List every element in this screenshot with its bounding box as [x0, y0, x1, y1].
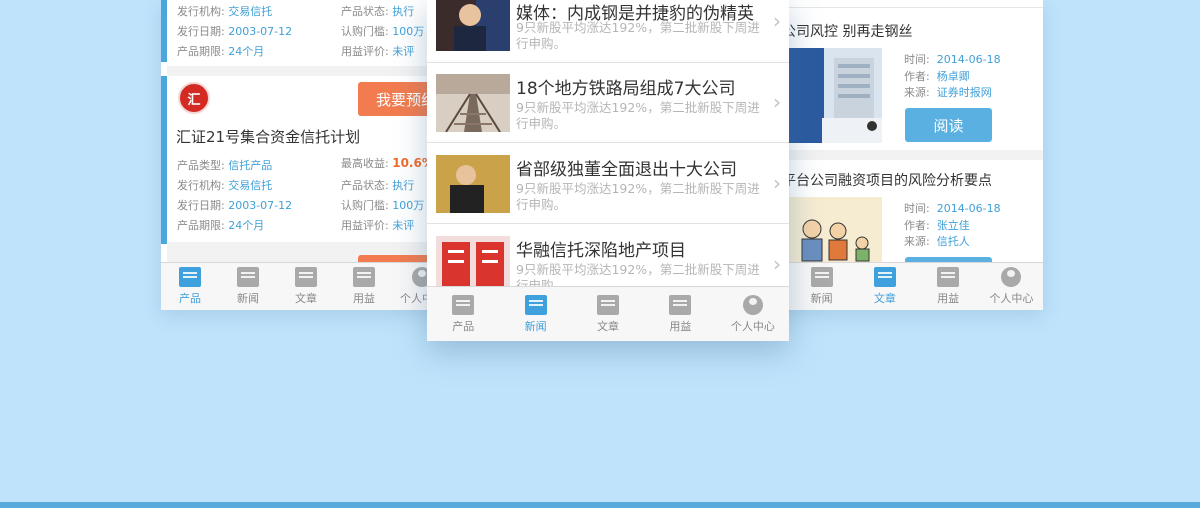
tab-bar: 新闻 文章 用益 个人中心 — [760, 262, 1043, 310]
chevron-right-icon: › — [773, 252, 781, 276]
tab-article[interactable]: 文章 — [277, 263, 335, 310]
news-title: 华融信托深陷地产项目 — [516, 241, 686, 261]
tab-label: 文章 — [873, 292, 896, 305]
card-accent-bar — [161, 76, 167, 244]
source-field: 来源: 证券时报网 — [904, 86, 992, 99]
yongyi-icon — [353, 267, 375, 287]
chevron-right-icon: › — [773, 90, 781, 114]
yongyi-icon — [669, 294, 692, 315]
trust-company-logo: 汇 — [178, 82, 210, 114]
tab-product[interactable]: 产品 — [161, 263, 219, 310]
status-field: 产品状态: 执行 — [341, 179, 415, 192]
tab-label: 新闻 — [237, 292, 259, 305]
news-icon — [810, 267, 833, 287]
article-icon — [597, 294, 620, 315]
tab-bar: 产品 新闻 文章 用益 个人中心 — [427, 286, 789, 341]
chevron-right-icon: › — [773, 9, 781, 33]
news-screen: 媒体：内成钢是并捷豹的伪精英 9只新股平均涨达192%，第二批新股下周进行申购。… — [427, 0, 789, 341]
date-field: 发行日期: 2003-07-12 — [177, 199, 293, 212]
threshold-field: 认购门槛: 100万 — [341, 199, 425, 212]
date-field: 发行日期: 2003-07-12 — [177, 25, 293, 38]
tab-label: 新闻 — [524, 319, 547, 333]
term-field: 产品期限: 24个月 — [177, 219, 265, 232]
tab-news[interactable]: 新闻 — [499, 287, 571, 341]
time-field: 时间: 2014-06-18 — [904, 202, 1001, 215]
tab-yongyi[interactable]: 用益 — [644, 287, 716, 341]
news-summary: 9只新股平均涨达192%，第二批新股下周进行申购。 — [516, 181, 760, 212]
tab-product[interactable]: 产品 — [427, 287, 499, 341]
tab-label: 用益 — [669, 319, 692, 333]
issuer-field: 发行机构: 交易信托 — [177, 179, 273, 192]
tab-article[interactable]: 文章 — [572, 287, 644, 341]
read-button[interactable]: 阅读 — [905, 108, 992, 142]
type-field: 产品类型: 信托产品 — [177, 159, 273, 172]
news-item[interactable]: 18个地方铁路局组成7大公司 9只新股平均涨达192%，第二批新股下周进行申购。… — [427, 63, 789, 143]
user-icon — [742, 294, 763, 315]
threshold-field: 认购门槛: 100万 — [341, 25, 425, 38]
tab-profile[interactable]: 个人中心 — [980, 263, 1043, 310]
tab-bar: 产品 新闻 文章 用益 个人中心 — [161, 262, 451, 310]
tab-profile[interactable]: 个人中心 — [717, 287, 789, 341]
article-title[interactable]: 公司风控 别再走钢丝 — [782, 21, 912, 41]
card-divider — [760, 150, 1043, 160]
rating-field: 用益评价: 未评 — [341, 219, 415, 232]
tab-news[interactable]: 新闻 — [219, 263, 277, 310]
bottom-strip — [0, 502, 1200, 508]
time-field: 时间: 2014-06-18 — [904, 53, 1001, 66]
tab-label: 个人中心 — [730, 319, 775, 333]
tab-label: 个人中心 — [989, 292, 1034, 305]
term-field: 产品期限: 24个月 — [177, 45, 265, 58]
news-title: 18个地方铁路局组成7大公司 — [516, 79, 736, 99]
product-screen: 发行机构: 交易信托 产品状态: 执行 发行日期: 2003-07-12 认购门… — [161, 0, 451, 310]
news-summary: 9只新股平均涨达192%，第二批新股下周进行申购。 — [516, 20, 760, 51]
news-item[interactable]: 媒体：内成钢是并捷豹的伪精英 9只新股平均涨达192%，第二批新股下周进行申购。… — [427, 0, 789, 63]
tab-label: 产品 — [179, 292, 201, 305]
tab-label: 新闻 — [810, 292, 833, 305]
news-thumbnail — [436, 155, 510, 213]
news-thumbnail — [436, 74, 510, 132]
tab-article[interactable]: 文章 — [853, 263, 916, 310]
product-title[interactable]: 汇证21号集合资金信托计划 — [176, 126, 360, 147]
status-field: 产品状态: 执行 — [341, 5, 415, 18]
article-icon — [295, 267, 317, 287]
news-thumbnail — [436, 0, 510, 51]
rating-field: 用益评价: 未评 — [341, 45, 415, 58]
article-thumbnail — [782, 48, 882, 143]
article-screen: 公司风控 别再走钢丝 时间: 2014-06-18 作者: 杨卓卿 来源: 证券… — [760, 0, 1043, 310]
user-icon — [1001, 267, 1022, 287]
header-edge — [760, 0, 1043, 8]
tab-news[interactable]: 新闻 — [790, 263, 853, 310]
news-icon — [237, 267, 259, 287]
issuer-field: 发行机构: 交易信托 — [177, 5, 273, 18]
tab-label: 用益 — [937, 292, 960, 305]
news-item[interactable]: 省部级独董全面退出十大公司 9只新股平均涨达192%，第二批新股下周进行申购。 … — [427, 144, 789, 224]
article-title[interactable]: 平台公司融资项目的风险分析要点 — [782, 170, 992, 190]
yield-field: 最高收益: 10.6% — [341, 156, 434, 170]
chevron-right-icon: › — [773, 171, 781, 195]
news-title: 省部级独董全面退出十大公司 — [516, 160, 737, 180]
tab-label: 产品 — [452, 319, 475, 333]
news-summary: 9只新股平均涨达192%，第二批新股下周进行申购。 — [516, 262, 760, 288]
article-thumbnail — [782, 197, 882, 267]
tab-label: 文章 — [597, 319, 620, 333]
product-icon — [452, 294, 475, 315]
tab-label: 文章 — [295, 292, 317, 305]
tab-yongyi[interactable]: 用益 — [335, 263, 393, 310]
yongyi-icon — [937, 267, 960, 287]
card-divider — [167, 66, 451, 76]
product-icon — [179, 267, 201, 287]
source-field: 来源: 信托人 — [904, 235, 970, 248]
tab-yongyi[interactable]: 用益 — [917, 263, 980, 310]
news-summary: 9只新股平均涨达192%，第二批新股下周进行申购。 — [516, 100, 760, 131]
news-icon — [524, 294, 547, 315]
author-field: 作者: 张立佳 — [904, 219, 970, 232]
tab-label: 用益 — [353, 292, 375, 305]
card-accent-bar — [161, 0, 167, 62]
article-icon — [873, 267, 896, 287]
author-field: 作者: 杨卓卿 — [904, 70, 970, 83]
